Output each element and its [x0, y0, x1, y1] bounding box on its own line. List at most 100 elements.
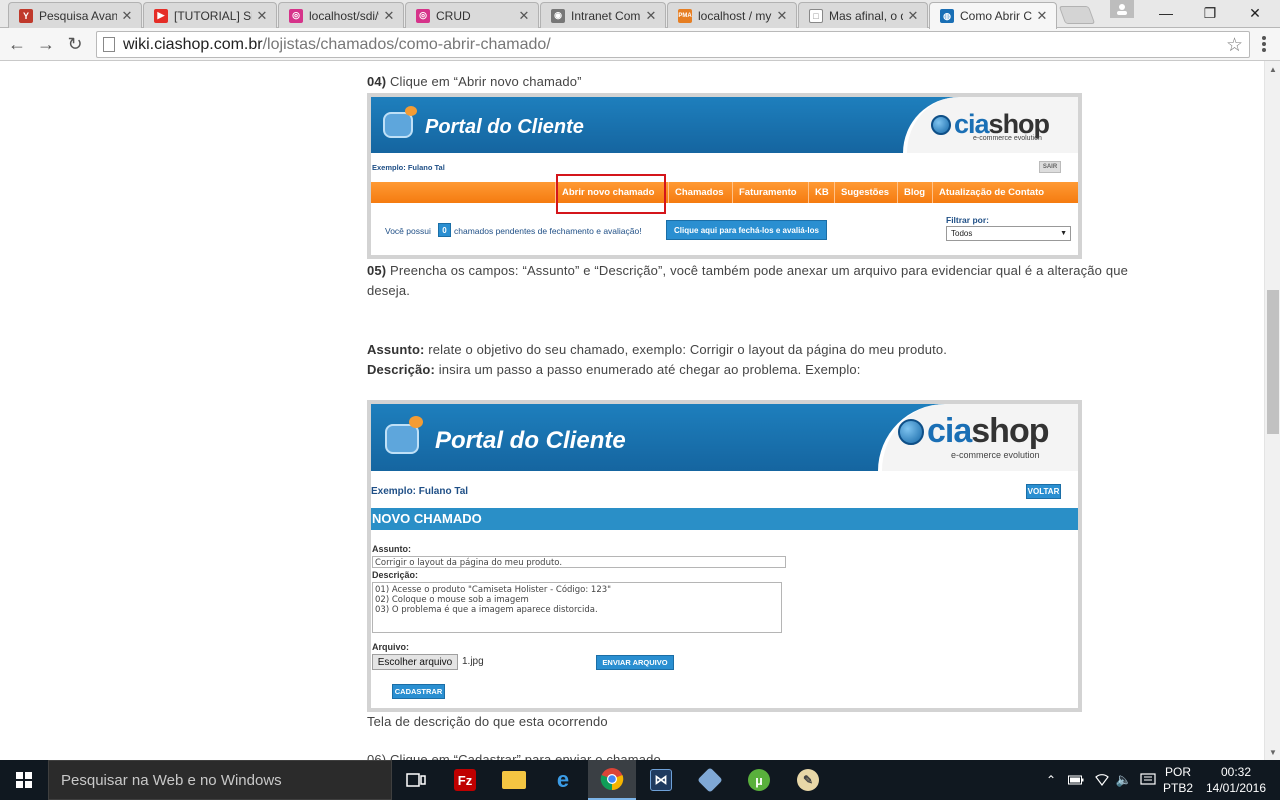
profile-icon[interactable]: [1110, 0, 1134, 18]
chrome-menu-icon[interactable]: [1256, 34, 1272, 54]
show-hidden-icons[interactable]: ⌃: [1042, 760, 1060, 800]
cadastrar-button[interactable]: CADASTRAR: [392, 684, 445, 699]
filter-select[interactable]: Todos ▼: [946, 226, 1071, 241]
clock-date: 14/01/2016: [1205, 781, 1267, 795]
descricao-paragraph: Descrição: insira um passo a passo enume…: [367, 362, 1128, 377]
scroll-down-icon[interactable]: ▼: [1265, 744, 1280, 760]
brand-cia: cia: [927, 412, 972, 450]
windows-search[interactable]: Pesquisar na Web e no Windows: [48, 760, 392, 800]
restore-icon[interactable]: ❐: [1188, 0, 1232, 26]
assunto-text: relate o objetivo do seu chamado, exempl…: [428, 342, 948, 357]
assunto-label: Assunto:: [367, 342, 425, 357]
user-example: Exemplo: Fulano Tal: [371, 486, 469, 497]
pending-suffix: chamados pendentes de fechamento e avali…: [454, 226, 642, 236]
volume-icon[interactable]: 🔈: [1114, 760, 1134, 800]
browser-tab[interactable]: PMA localhost / my ✕: [667, 2, 797, 28]
choose-file-button[interactable]: Escolher arquivo: [372, 654, 458, 670]
browser-tab[interactable]: ◎ localhost/sdi/v ✕: [278, 2, 404, 28]
browser-tab[interactable]: ◉ Intranet Comp ✕: [540, 2, 666, 28]
battery-icon[interactable]: [1066, 760, 1086, 800]
back-icon[interactable]: ←: [5, 32, 29, 56]
assunto-paragraph: Assunto: relate o objetivo do seu chamad…: [367, 342, 1128, 357]
nav-kb[interactable]: KB: [808, 182, 835, 203]
close-tab-icon[interactable]: ✕: [907, 8, 919, 24]
filter-label: Filtrar por:: [946, 215, 989, 225]
address-bar[interactable]: wiki.ciashop.com.br/lojistas/chamados/co…: [96, 31, 1250, 58]
page-info-icon[interactable]: [103, 37, 115, 52]
action-center-icon[interactable]: [1138, 760, 1158, 800]
system-clock[interactable]: 00:32 14/01/2016: [1200, 764, 1272, 796]
page-scrollbar[interactable]: ▲ ▼: [1264, 61, 1280, 760]
paint-icon[interactable]: ✎: [784, 760, 832, 800]
utorrent-icon[interactable]: µ: [735, 760, 783, 800]
filezilla-icon[interactable]: Fz: [441, 760, 489, 800]
nav-chamados[interactable]: Chamados: [668, 182, 730, 203]
close-window-icon[interactable]: ✕: [1233, 0, 1277, 26]
tab-title: localhost / my: [698, 8, 772, 23]
intranet-favicon-icon: ◉: [551, 8, 565, 23]
close-tab-icon[interactable]: ✕: [121, 8, 133, 24]
chrome-taskbar-icon[interactable]: [588, 760, 636, 800]
brand-tagline: e-commerce evolution: [951, 450, 1040, 460]
nav-atualizacao[interactable]: Atualização de Contato: [932, 182, 1050, 203]
new-tab-button[interactable]: [1058, 6, 1096, 24]
start-button[interactable]: [0, 760, 48, 800]
voltar-button[interactable]: VOLTAR: [1026, 484, 1061, 499]
language-indicator[interactable]: POR PTB2: [1160, 760, 1196, 800]
tab-title: Pesquisa Avança: [39, 8, 117, 23]
browser-tab[interactable]: ◎ CRUD ✕: [405, 2, 539, 28]
edge-icon[interactable]: e: [539, 760, 587, 800]
browser-tab-active[interactable]: ◍ Como Abrir Ch ✕: [929, 2, 1057, 29]
minimize-icon[interactable]: —: [1144, 0, 1188, 26]
assunto-input[interactable]: Corrigir o layout da página do meu produ…: [372, 556, 786, 568]
close-tab-icon[interactable]: ✕: [383, 8, 395, 24]
browser-tab[interactable]: ▶ [TUTORIAL] Sis ✕: [143, 2, 277, 28]
close-tab-icon[interactable]: ✕: [776, 8, 788, 24]
lang-code: POR: [1164, 765, 1191, 779]
descricao-label: Descrição:: [367, 362, 435, 377]
folder-glyph: [502, 771, 526, 789]
descricao-label: Descrição:: [372, 570, 419, 580]
reload-icon[interactable]: ↻: [63, 32, 87, 56]
bookmark-star-icon[interactable]: ☆: [1226, 34, 1243, 57]
close-tab-icon[interactable]: ✕: [1036, 8, 1048, 24]
scroll-thumb[interactable]: [1267, 290, 1279, 434]
nav-sugestoes[interactable]: Sugestões: [834, 182, 895, 203]
wamp-favicon-icon: ◎: [416, 8, 430, 23]
browser-tab[interactable]: □ Mas afinal, o q ✕: [798, 2, 928, 28]
highlight-box: [556, 174, 666, 214]
close-tab-icon[interactable]: ✕: [518, 8, 530, 24]
nav-faturamento[interactable]: Faturamento: [732, 182, 803, 203]
ciashop-favicon-icon: ◍: [940, 9, 954, 23]
portal-header: Portal do Cliente cia shop e-commerce evo…: [371, 97, 1078, 153]
tab-strip: Y Pesquisa Avança ✕ ▶ [TUTORIAL] Sis ✕ ◎…: [0, 0, 1280, 29]
close-and-rate-button[interactable]: Clique aqui para fechá-los e avaliá-los: [666, 220, 827, 240]
file-explorer-icon[interactable]: [490, 760, 538, 800]
close-tab-icon[interactable]: ✕: [256, 8, 268, 24]
task-view-icon[interactable]: [392, 760, 440, 800]
virtualbox-icon[interactable]: [686, 760, 734, 800]
descricao-text: insira um passo a passo enumerado até ch…: [438, 362, 861, 377]
step-6-partial: 06) Clique em “Cadastrar” para enviar o …: [367, 752, 661, 760]
sair-button[interactable]: SAIR: [1039, 161, 1061, 173]
wamp-favicon-icon: ◎: [289, 8, 303, 23]
browser-tab[interactable]: Y Pesquisa Avança ✕: [8, 2, 142, 28]
close-tab-icon[interactable]: ✕: [645, 8, 657, 24]
globe-icon: [898, 418, 924, 445]
pending-count: 0: [438, 223, 451, 237]
url-path: /lojistas/chamados/como-abrir-chamado/: [262, 35, 551, 53]
nav-blog[interactable]: Blog: [897, 182, 931, 203]
forward-icon[interactable]: →: [34, 32, 58, 56]
enviar-arquivo-button[interactable]: ENVIAR ARQUIVO: [596, 655, 674, 670]
tab-title: Intranet Comp: [571, 8, 641, 23]
step-number: 05): [367, 263, 387, 278]
descricao-textarea[interactable]: 01) Acesse o produto "Camiseta Holister …: [372, 582, 782, 633]
visual-studio-icon[interactable]: ⋈: [637, 760, 685, 800]
scroll-up-icon[interactable]: ▲: [1265, 61, 1280, 77]
wifi-icon[interactable]: [1092, 760, 1112, 800]
brand-shop: shop: [971, 412, 1049, 450]
chat-people-icon: [385, 424, 419, 454]
chat-bubble-icon: [409, 416, 423, 428]
tab-title: Como Abrir Ch: [960, 9, 1032, 23]
portal-home-screenshot: Portal do Cliente cia shop e-commerce evo…: [367, 93, 1082, 259]
